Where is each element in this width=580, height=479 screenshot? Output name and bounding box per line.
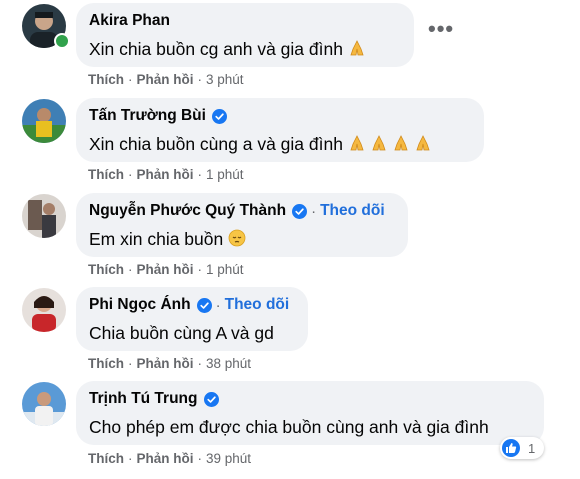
comment-bubble: Tấn Trường Bùi Xin chia buồn cùng a và g… [76, 98, 484, 162]
avatar[interactable] [22, 288, 66, 332]
comment-actions: Thích · Phản hồi · 1 phút [88, 262, 244, 277]
comment-text: Cho phép em được chia buồn cùng anh và g… [89, 417, 489, 437]
reply-link[interactable]: Phản hồi [137, 262, 194, 277]
comment-text: Em xin chia buồn [89, 229, 224, 249]
reply-link[interactable]: Phản hồi [137, 451, 194, 466]
like-link[interactable]: Thích [88, 167, 124, 182]
pray-emoji-icon [348, 134, 436, 157]
follow-link[interactable]: Theo dõi [225, 296, 290, 314]
commenter-name[interactable]: Nguyễn Phước Quý Thành [89, 202, 286, 220]
separator-dot: · [311, 202, 317, 220]
reaction-count: 1 [528, 440, 536, 456]
like-link[interactable]: Thích [88, 262, 124, 277]
more-options-icon[interactable]: ••• [428, 18, 454, 40]
comment-bubble: Akira Phan Xin chia buồn cg anh và gia đ… [76, 3, 414, 67]
comment-time[interactable]: 38 phút [206, 356, 251, 371]
verified-badge-icon [292, 203, 308, 219]
like-link[interactable]: Thích [88, 72, 124, 87]
like-icon [502, 439, 520, 457]
comment-text: Chia buồn cùng A và gd [89, 323, 274, 343]
pensive-emoji-icon [228, 229, 246, 252]
commenter-name[interactable]: Phi Ngọc Ánh [89, 296, 191, 314]
comment-actions: Thích · Phản hồi · 1 phút [88, 167, 244, 182]
comment-time[interactable]: 1 phút [206, 262, 244, 277]
like-link[interactable]: Thích [88, 356, 124, 371]
comment-text: Xin chia buồn cg anh và gia đình [89, 39, 343, 59]
comment-time[interactable]: 39 phút [206, 451, 251, 466]
commenter-name[interactable]: Trịnh Tú Trung [89, 390, 198, 408]
comment-actions: Thích · Phản hồi · 39 phút [88, 451, 252, 466]
pray-emoji-icon [348, 39, 366, 62]
commenter-name[interactable]: Tấn Trường Bùi [89, 107, 206, 125]
like-link[interactable]: Thích [88, 451, 124, 466]
reply-link[interactable]: Phản hồi [137, 167, 194, 182]
verified-badge-icon [203, 391, 219, 407]
comment-bubble: Trịnh Tú Trung Cho phép em được chia buồ… [76, 381, 544, 445]
verified-badge-icon [196, 297, 212, 313]
reply-link[interactable]: Phản hồi [137, 356, 194, 371]
comment-actions: Thích · Phản hồi · 38 phút [88, 356, 252, 371]
comment-actions: Thích · Phản hồi · 3 phút [88, 72, 244, 87]
comment-time[interactable]: 1 phút [206, 167, 244, 182]
reaction-summary[interactable]: 1 [500, 437, 544, 459]
comment-text: Xin chia buồn cùng a và gia đình [89, 134, 343, 154]
avatar[interactable] [22, 194, 66, 238]
reply-link[interactable]: Phản hồi [137, 72, 194, 87]
comment-time[interactable]: 3 phút [206, 72, 244, 87]
online-status-dot [54, 33, 70, 49]
avatar[interactable] [22, 382, 66, 426]
verified-badge-icon [211, 108, 227, 124]
follow-link[interactable]: Theo dõi [320, 202, 385, 220]
comment-bubble: Nguyễn Phước Quý Thành · Theo dõi Em xin… [76, 193, 408, 257]
avatar[interactable] [22, 99, 66, 143]
separator-dot: · [215, 296, 221, 314]
commenter-name[interactable]: Akira Phan [89, 12, 170, 30]
comment-bubble: Phi Ngọc Ánh · Theo dõi Chia buồn cùng A… [76, 287, 308, 351]
